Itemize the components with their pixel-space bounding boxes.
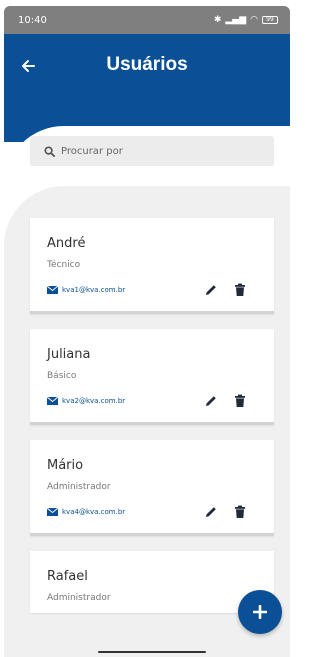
page-title: Usuários xyxy=(106,54,188,75)
status-bar: 10:40 ✱ ▂▄▆ ◠ 99 xyxy=(4,6,290,34)
edit-button[interactable] xyxy=(204,282,220,298)
pencil-icon xyxy=(206,507,216,517)
wifi-icon: ◠ xyxy=(250,15,258,25)
user-name: Rafael xyxy=(47,569,88,584)
plus-icon xyxy=(253,605,267,619)
user-role: Técnico xyxy=(47,260,81,270)
user-card[interactable]: Mário Administrador kva4@kva.com.br xyxy=(30,440,274,536)
pencil-icon xyxy=(206,396,216,406)
status-icons: ✱ ▂▄▆ ◠ 99 xyxy=(214,15,278,25)
mail-icon xyxy=(47,508,58,516)
trash-icon xyxy=(235,505,245,518)
user-name: André xyxy=(47,236,86,251)
delete-button[interactable] xyxy=(234,504,250,520)
app-screen: 10:40 ✱ ▂▄▆ ◠ 99 Usuários Procurar por A… xyxy=(0,0,294,657)
edit-button[interactable] xyxy=(204,393,220,409)
user-email: kva1@kva.com.br xyxy=(47,286,125,294)
add-user-button[interactable] xyxy=(238,590,282,634)
bluetooth-icon: ✱ xyxy=(213,15,222,25)
user-role: Administrador xyxy=(47,482,111,492)
user-card[interactable]: Juliana Básico kva2@kva.com.br xyxy=(30,329,274,425)
search-input[interactable]: Procurar por xyxy=(30,136,274,166)
user-email-text: kva1@kva.com.br xyxy=(62,286,126,294)
user-card[interactable]: Rafael Administrador xyxy=(30,551,274,613)
trash-icon xyxy=(235,283,245,296)
edit-button[interactable] xyxy=(204,504,220,520)
user-email-text: kva4@kva.com.br xyxy=(62,508,126,516)
user-card[interactable]: André Técnico kva1@kva.com.br xyxy=(30,218,274,314)
pencil-icon xyxy=(206,285,216,295)
signal-icon: ▂▄▆ xyxy=(225,15,247,25)
user-role: Básico xyxy=(47,371,77,381)
mail-icon xyxy=(47,397,58,405)
gesture-nav-bar[interactable] xyxy=(98,651,206,653)
user-name: Mário xyxy=(47,458,84,473)
delete-button[interactable] xyxy=(234,282,250,298)
user-email: kva4@kva.com.br xyxy=(47,508,125,516)
delete-button[interactable] xyxy=(234,393,250,409)
user-email: kva2@kva.com.br xyxy=(47,397,125,405)
search-icon xyxy=(44,145,55,157)
user-role: Administrador xyxy=(47,593,111,603)
status-time: 10:40 xyxy=(18,14,47,26)
trash-icon xyxy=(235,394,245,407)
user-email-text: kva2@kva.com.br xyxy=(62,397,126,405)
search-placeholder: Procurar por xyxy=(61,145,123,157)
user-name: Juliana xyxy=(47,347,91,362)
mail-icon xyxy=(47,286,58,294)
battery-icon: 99 xyxy=(262,16,278,24)
